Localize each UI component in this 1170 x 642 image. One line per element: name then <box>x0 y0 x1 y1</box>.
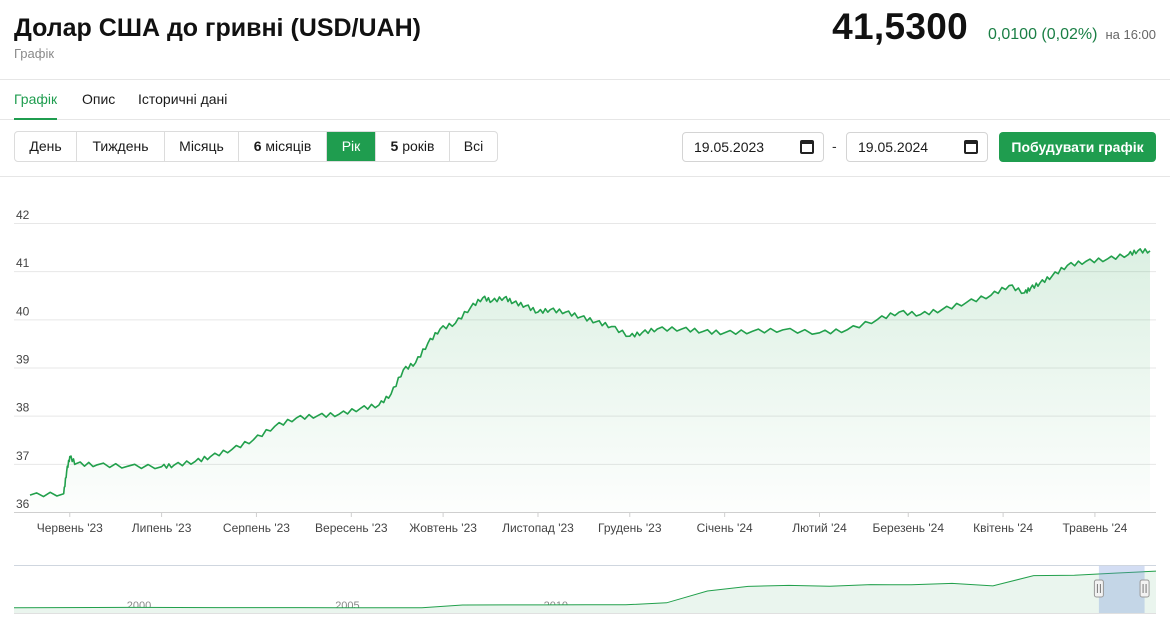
period-year-button[interactable]: Рік <box>327 132 376 161</box>
navigator-area <box>14 571 1156 613</box>
period-all-button[interactable]: Всі <box>450 132 497 161</box>
date-separator: - <box>832 138 837 154</box>
y-tick-label: 38 <box>16 401 30 415</box>
quote-time: на 16:00 <box>1105 27 1156 42</box>
x-tick-label: Серпень '23 <box>223 521 290 535</box>
navigator-window[interactable] <box>1098 566 1145 613</box>
y-tick-label: 41 <box>16 256 30 270</box>
price-change: 0,0100 (0,02%) <box>988 26 1098 43</box>
calendar-icon[interactable] <box>964 140 978 154</box>
period-6-months-label: місяців <box>261 138 312 154</box>
page-title: Долар США до гривні (USD/UAH) <box>14 14 421 42</box>
price-area <box>30 248 1150 512</box>
period-6-months-button[interactable]: 6 місяців <box>239 132 327 161</box>
price-chart: 36 37 38 39 40 41 42 Червень '23 Липень '23 Серп… <box>14 208 1156 535</box>
navigator-handle-grip[interactable] <box>1139 579 1150 598</box>
header: Долар США до гривні (USD/UAH) Графік 41,… <box>0 0 1170 80</box>
navigator-handle-grip[interactable] <box>1093 579 1104 598</box>
tab-chart[interactable]: Графік <box>14 80 58 120</box>
quote-summary: 41,5300 0,0100 (0,02%) на 16:00 <box>832 6 1156 48</box>
page-subtitle: Графік <box>14 46 55 61</box>
chart-toolbar: День Тиждень Місяць 6 місяців Рік 5 рокі… <box>0 120 1170 177</box>
navigator-left-handle[interactable] <box>1093 579 1104 598</box>
date-to-input[interactable]: 19.05.2024 <box>846 132 988 162</box>
current-price: 41,5300 <box>832 6 969 47</box>
period-6-months-number: 6 <box>253 138 262 154</box>
calendar-icon[interactable] <box>800 140 814 154</box>
y-tick-label: 37 <box>16 449 30 463</box>
range-navigator[interactable]: 20002005201020152020 <box>0 565 1170 615</box>
y-tick-label: 39 <box>16 353 30 367</box>
x-tick-label: Квітень '24 <box>973 521 1033 535</box>
period-month-button[interactable]: Місяць <box>165 132 239 161</box>
period-selector: День Тиждень Місяць 6 місяців Рік 5 рокі… <box>14 131 498 162</box>
x-tick-label: Березень '24 <box>872 521 944 535</box>
period-5-years-label: років <box>398 138 435 154</box>
tab-description[interactable]: Опис <box>82 80 115 120</box>
x-tick-label: Травень '24 <box>1063 521 1128 535</box>
period-5-years-button[interactable]: 5 років <box>376 132 450 161</box>
navigator-right-handle[interactable] <box>1139 579 1150 598</box>
tab-historical-data[interactable]: Історичні дані <box>138 80 227 120</box>
y-tick-label: 42 <box>16 208 30 222</box>
x-tick-label: Липень '23 <box>132 521 192 535</box>
x-tick-label: Січень '24 <box>697 521 753 535</box>
x-tick-label: Червень '23 <box>37 521 103 535</box>
x-tick-label: Вересень '23 <box>315 521 388 535</box>
date-from-input[interactable]: 19.05.2023 <box>682 132 824 162</box>
period-day-button[interactable]: День <box>15 132 77 161</box>
y-tick-label: 36 <box>16 497 30 511</box>
tab-bar: Графік Опис Історичні дані <box>0 80 1170 120</box>
y-tick-label: 40 <box>16 304 30 318</box>
period-week-button[interactable]: Тиждень <box>77 132 165 161</box>
date-from-value: 19.05.2023 <box>694 139 765 155</box>
x-tick-label: Лютий '24 <box>792 521 847 535</box>
date-to-value: 19.05.2024 <box>858 139 929 155</box>
x-tick-label: Листопад '23 <box>502 521 574 535</box>
x-tick-label: Грудень '23 <box>598 521 662 535</box>
x-tick-label: Жовтень '23 <box>409 521 477 535</box>
build-chart-button[interactable]: Побудувати графік <box>999 132 1156 162</box>
